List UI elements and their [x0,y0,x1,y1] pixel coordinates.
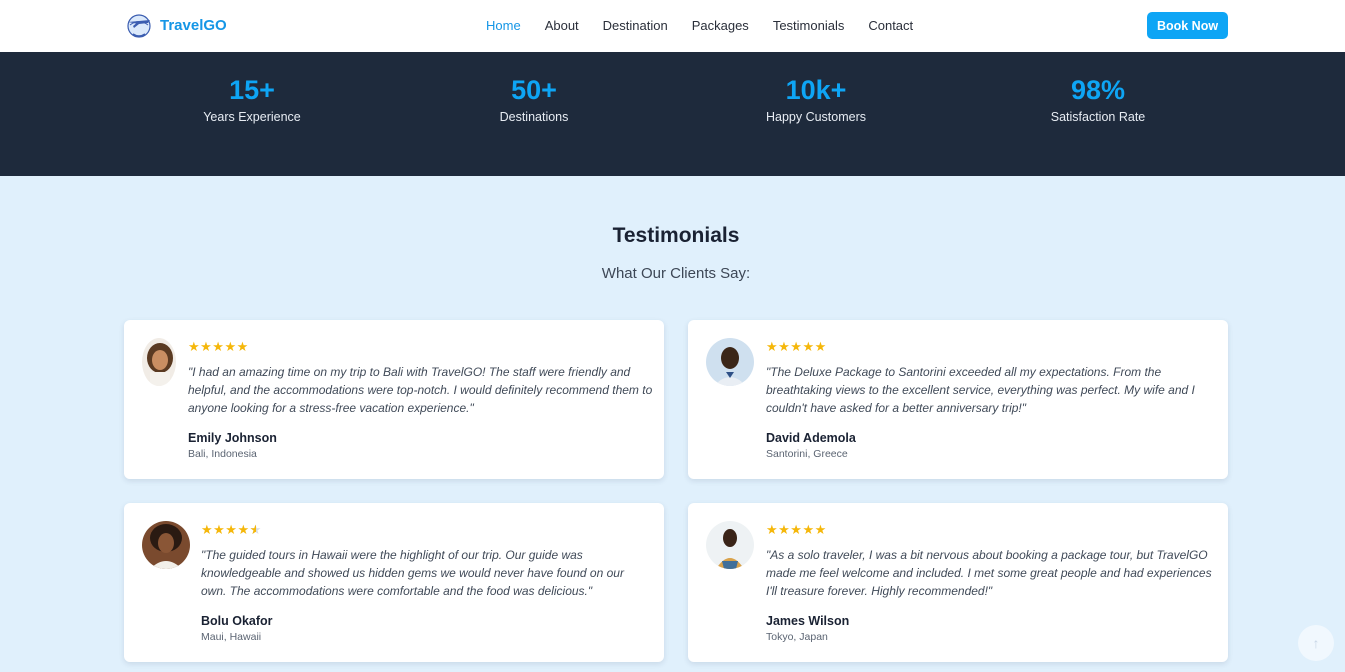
client-name: Bolu Okafor [201,614,273,628]
star-rating: ★★★★★ [766,522,827,537]
avatar [142,338,176,386]
nav-link-home[interactable]: Home [486,18,521,33]
stat-value: 10k+ [785,75,847,105]
stat-label: Destinations [499,110,569,124]
nav-links: Home About Destination Packages Testimon… [486,18,937,33]
nav-link-packages[interactable]: Packages [692,18,749,33]
stat-label: Happy Customers [765,110,867,124]
book-now-button[interactable]: Book Now [1147,12,1228,39]
testimonial-quote: "The guided tours in Hawaii were the hig… [201,548,624,598]
client-location: Tokyo, Japan [766,631,828,643]
testimonial-card: ★★★★★ "The Deluxe Package to Santorini e… [688,320,1228,479]
testimonial-quote: "I had an amazing time on my trip to Bal… [188,365,653,415]
nav-link-testimonials[interactable]: Testimonials [773,18,845,33]
avatar-image [142,521,190,569]
avatar-image [706,521,754,569]
stat-customers: 10k+ Happy Customers [706,74,926,124]
stat-label: Satisfaction Rate [1050,110,1146,124]
stat-destinations: 50+ Destinations [424,74,644,124]
client-location: Santorini, Greece [766,448,848,460]
stat-satisfaction: 98% Satisfaction Rate [988,74,1208,124]
brand-name: TravelGO [160,16,227,34]
stat-label: Years Experience [203,110,301,124]
airplane-globe-logo [127,14,151,38]
brand[interactable]: TravelGO [124,10,227,40]
stat-years: 15+ Years Experience [142,74,362,124]
avatar [142,521,190,569]
nav-link-destination[interactable]: Destination [603,18,668,33]
client-name: Emily Johnson [188,431,277,445]
avatar [706,521,754,569]
client-name: David Ademola [766,431,856,445]
half-star-icon: ★ [250,523,262,538]
stats-band: 15+ Years Experience 50+ Destinations 10… [0,52,1345,176]
nav-link-about[interactable]: About [545,18,579,33]
testimonial-quote: "The Deluxe Package to Santorini exceede… [766,365,1195,415]
scroll-to-top-button[interactable]: ↑ [1298,625,1334,661]
navbar: TravelGO Home About Destination Packages… [0,0,1345,52]
arrow-up-icon: ↑ [1312,635,1320,651]
star-rating: ★★★★★ [188,339,249,354]
section-title: Testimonials [612,224,740,247]
client-name: James Wilson [766,614,850,628]
avatar-image [142,338,176,386]
stat-value: 15+ [229,75,275,105]
testimonial-card: ★★★★★ "The guided tours in Hawaii were t… [124,503,664,662]
avatar-image [706,338,754,386]
client-location: Maui, Hawaii [201,631,262,643]
stat-value: 98% [1070,75,1126,105]
testimonial-card: ★★★★★ "I had an amazing time on my trip … [124,320,664,479]
testimonial-quote: "As a solo traveler, I was a bit nervous… [766,548,1212,598]
star-rating: ★★★★★ [201,523,262,538]
testimonial-card: ★★★★★ "As a solo traveler, I was a bit n… [688,503,1228,662]
star-rating: ★★★★★ [766,339,827,354]
avatar [706,338,754,386]
section-subtitle: What Our Clients Say: [601,265,751,282]
nav-link-contact[interactable]: Contact [868,18,913,33]
stat-value: 50+ [511,75,557,105]
client-location: Bali, Indonesia [188,448,257,460]
